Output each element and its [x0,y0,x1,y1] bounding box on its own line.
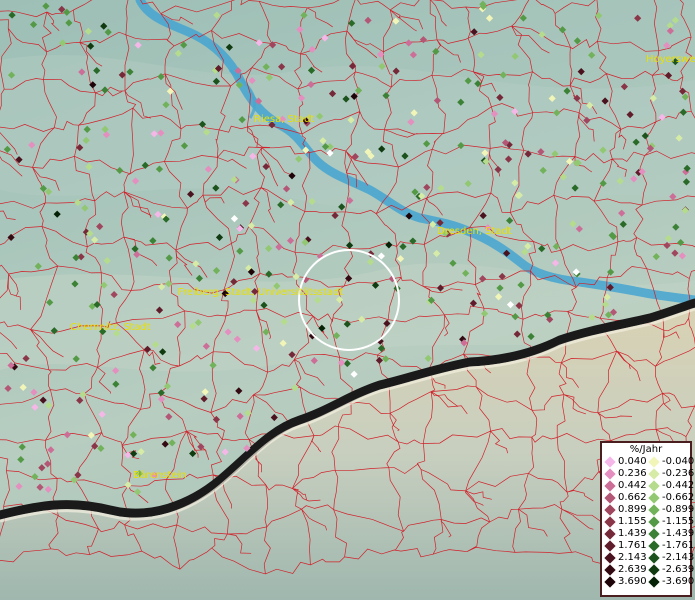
legend-value: -0.662 [662,492,695,503]
legend-swatch [604,528,616,540]
legend-entry-positive: 2.639 [602,564,647,576]
legend-entry-negative: -0.040 [646,456,694,468]
map-view[interactable]: Riesa, Stadt Dresden, Stadt Freiberg, Stad… [0,0,695,600]
legend-value: -2.143 [662,552,695,563]
legend-value: -0.442 [662,480,695,491]
legend-row: 1.761 -1.761 [602,540,694,552]
legend-row: 3.690 -3.690 [602,576,694,588]
legend-swatch [648,540,660,552]
city-label: Riesa, Stadt [254,114,314,125]
legend-entry-negative: -3.690 [646,576,694,588]
legend-row: 2.143 -2.143 [602,552,694,564]
legend-row: 0.899 -0.899 [602,504,694,516]
legend-swatch [648,480,660,492]
legend-entry-positive: 3.690 [602,576,647,588]
legend-entry-positive: 2.143 [602,552,647,564]
legend: %/Jahr 0.040 -0.040 0.236 -0.236 0.442 -0.442… [600,441,694,597]
legend-value: -0.899 [662,504,695,515]
legend-value: 0.899 [618,504,647,515]
legend-entry-positive: 0.899 [602,504,647,516]
legend-swatch [648,468,660,480]
legend-value: 2.143 [618,552,647,563]
map-canvas[interactable]: Riesa, Stadt Dresden, Stadt Freiberg, Stad… [0,0,695,600]
legend-value: -1.155 [662,516,695,527]
legend-entry-positive: 0.236 [602,468,647,480]
legend-swatch [648,576,660,588]
legend-swatch [648,516,660,528]
legend-value: -1.439 [662,528,695,539]
legend-row: 0.442 -0.442 [602,480,694,492]
legend-swatch [648,492,660,504]
legend-value: 3.690 [618,576,647,587]
legend-swatch [604,576,616,588]
legend-value: 1.761 [618,540,647,551]
legend-value: 0.442 [618,480,647,491]
legend-value: 2.639 [618,564,647,575]
legend-swatch [648,552,660,564]
legend-row: 1.155 -1.155 [602,516,694,528]
legend-value: 0.040 [618,456,647,467]
legend-swatch [648,528,660,540]
legend-row: 2.639 -2.639 [602,564,694,576]
legend-value: 1.155 [618,516,647,527]
legend-value: -2.639 [662,564,695,575]
legend-value: 1.439 [618,528,647,539]
legend-entry-negative: -1.761 [646,540,694,552]
legend-swatch [604,540,616,552]
legend-entry-positive: 1.155 [602,516,647,528]
legend-value: -1.761 [662,540,695,551]
city-label: Chemnitz, Stadt [70,322,151,333]
legend-entry-negative: -0.662 [646,492,694,504]
city-label: Bärenstein [133,470,187,481]
legend-row: 0.040 -0.040 [602,456,694,468]
legend-value: -3.690 [662,576,695,587]
city-label: Freiberg, Stadt, Universitätsstadt [178,287,343,298]
legend-entry-positive: 0.442 [602,480,647,492]
city-label: Dresden, Stadt [437,226,512,237]
legend-swatch [648,456,660,468]
legend-entry-positive: 0.662 [602,492,647,504]
legend-swatch [604,552,616,564]
legend-entry-negative: -0.236 [646,468,694,480]
legend-entry-negative: -2.639 [646,564,694,576]
legend-swatch [648,564,660,576]
legend-title: %/Jahr [629,444,663,455]
legend-value: -0.236 [662,468,695,479]
legend-swatch [604,468,616,480]
legend-entry-positive: 0.040 [602,456,647,468]
legend-entry-negative: -0.899 [646,504,694,516]
legend-entry-negative: -2.143 [646,552,694,564]
legend-value: 0.236 [618,468,647,479]
legend-entry-negative: -1.439 [646,528,694,540]
legend-value: -0.040 [662,456,695,467]
legend-swatch [604,456,616,468]
legend-entry-negative: -0.442 [646,480,694,492]
legend-swatch [604,504,616,516]
legend-swatch [604,516,616,528]
legend-entry-positive: 1.761 [602,540,647,552]
legend-row: 0.236 -0.236 [602,468,694,480]
city-label: Hoyerswe [646,54,695,65]
legend-value: 0.662 [618,492,647,503]
legend-entry-positive: 1.439 [602,528,647,540]
legend-entry-negative: -1.155 [646,516,694,528]
legend-row: 0.662 -0.662 [602,492,694,504]
legend-swatch [604,480,616,492]
legend-swatch [648,504,660,516]
legend-swatch [604,492,616,504]
legend-row: 1.439 -1.439 [602,528,694,540]
legend-swatch [604,564,616,576]
legend-rows: 0.040 -0.040 0.236 -0.236 0.442 -0.442 0.662 -0… [602,456,694,588]
